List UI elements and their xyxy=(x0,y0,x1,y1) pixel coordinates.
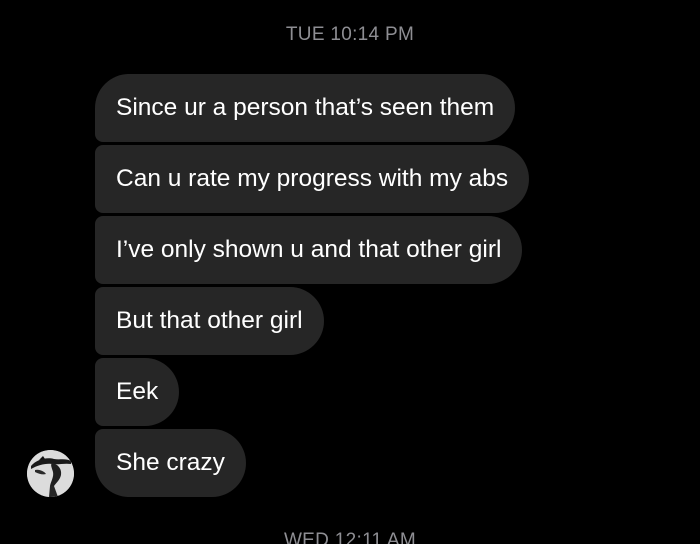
message-bubble[interactable]: Eek xyxy=(95,358,180,426)
message-text: She crazy xyxy=(116,449,225,476)
message-bubble[interactable]: Can u rate my progress with my abs xyxy=(95,145,530,213)
message-text: I’ve only shown u and that other girl xyxy=(116,236,502,263)
message-bubble[interactable]: I’ve only shown u and that other girl xyxy=(95,216,523,284)
profile-avatar-icon xyxy=(27,450,74,497)
message-bubble[interactable]: She crazy xyxy=(95,429,246,497)
message-text: Since ur a person that’s seen them xyxy=(116,94,495,121)
message-text: But that other girl xyxy=(116,307,303,334)
timestamp-wed: WED 12:11 AM xyxy=(283,530,417,544)
timestamp-tue: TUE 10:14 PM xyxy=(285,24,415,45)
message-thread: Since ur a person that’s seen them Can u… xyxy=(95,74,530,497)
message-bubble[interactable]: But that other girl xyxy=(95,287,324,355)
sender-avatar[interactable] xyxy=(27,450,74,497)
message-text: Eek xyxy=(116,378,159,405)
message-bubble[interactable]: Since ur a person that’s seen them xyxy=(95,74,516,142)
message-text: Can u rate my progress with my abs xyxy=(116,165,509,192)
